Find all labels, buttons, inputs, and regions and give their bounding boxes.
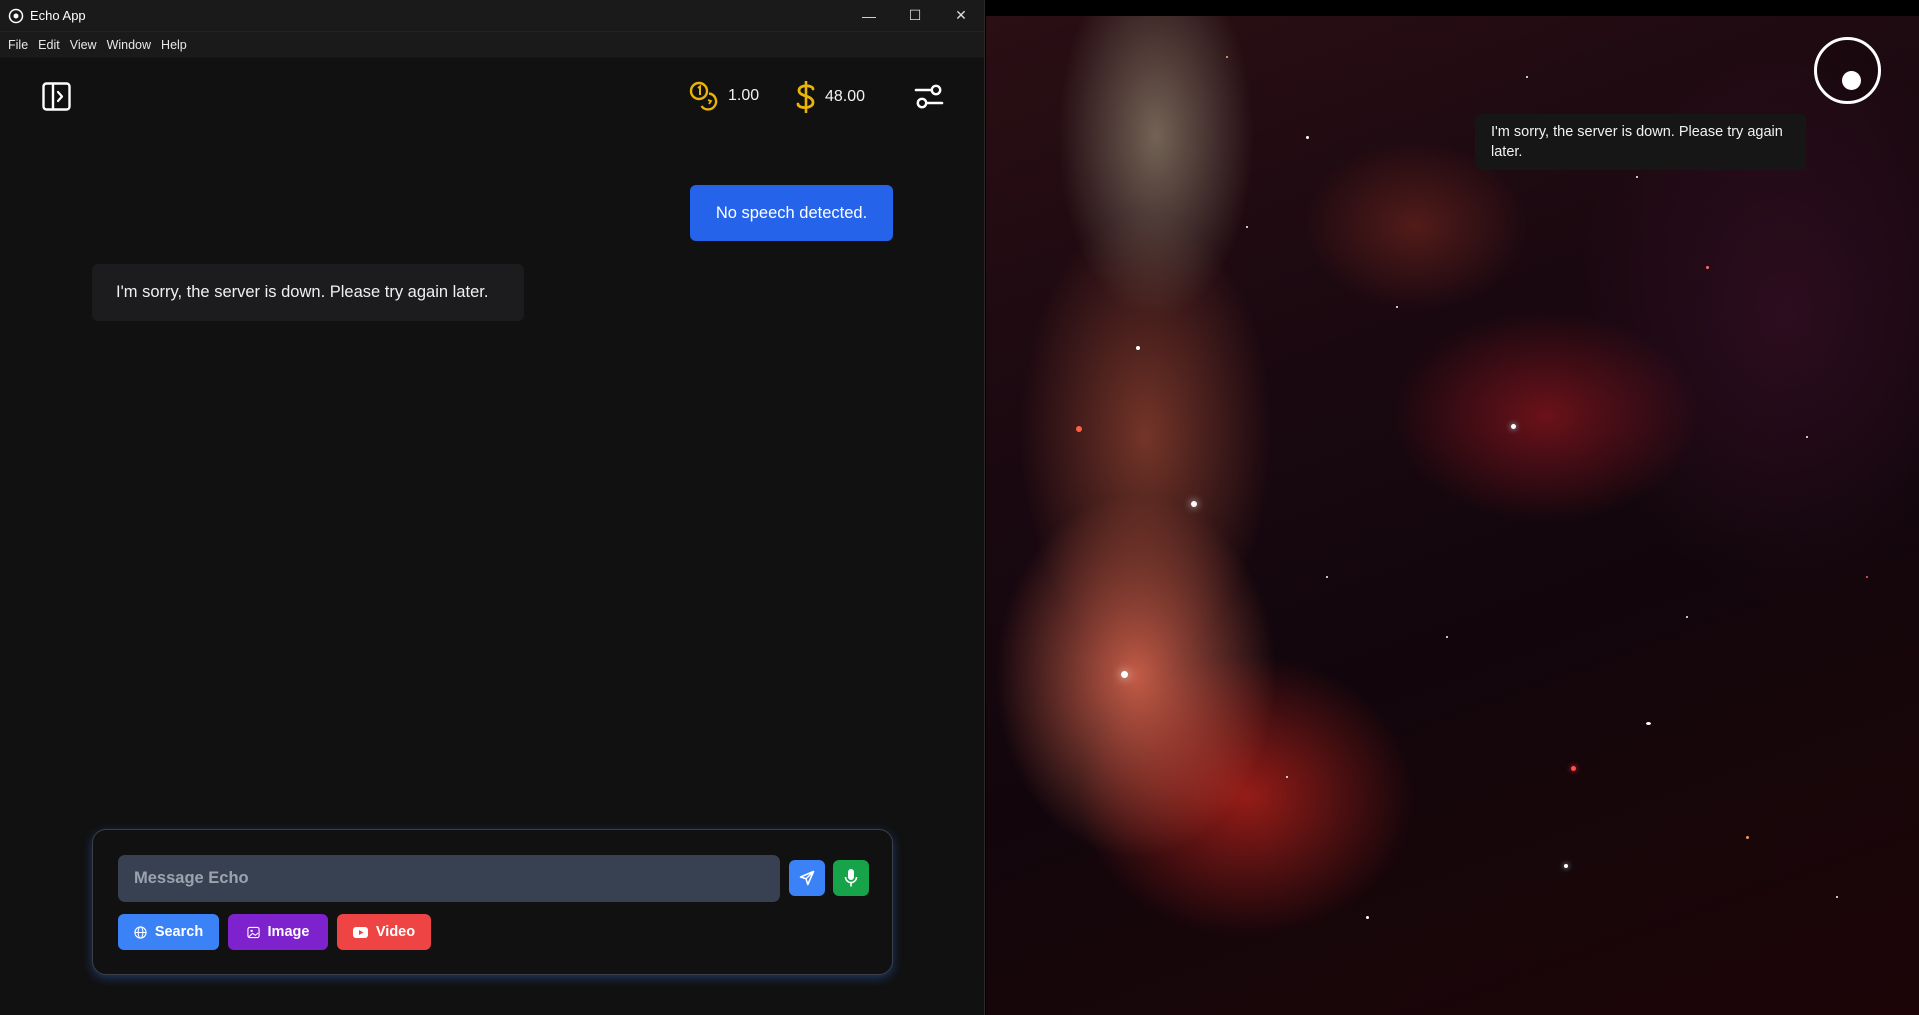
dollar-value: 48.00: [825, 88, 866, 105]
image-mode-button[interactable]: Image: [228, 914, 328, 950]
menu-window[interactable]: Window: [102, 38, 156, 52]
top-toolbar: 1.00 48.00: [0, 58, 984, 138]
minimize-button[interactable]: —: [846, 0, 892, 31]
echo-app-window: Echo App — ☐ ✕ File Edit View Window Hel…: [0, 0, 985, 1015]
microphone-button[interactable]: [833, 860, 869, 896]
image-mode-label: Image: [267, 924, 310, 940]
video-mode-button[interactable]: Video: [337, 914, 431, 950]
youtube-icon: [352, 926, 368, 938]
record-dot-icon: [1842, 71, 1861, 90]
coins-balance: 1.00: [688, 80, 759, 112]
microphone-icon: [844, 869, 858, 887]
dollar-icon: [796, 81, 815, 113]
window-controls: — ☐ ✕: [846, 0, 984, 31]
menu-bar: File Edit View Window Help: [0, 32, 984, 58]
video-mode-label: Video: [375, 924, 416, 940]
globe-icon: [134, 925, 147, 939]
coins-value: 1.00: [728, 87, 760, 104]
message-composer: Search Image Video: [92, 829, 893, 975]
record-button[interactable]: [1814, 37, 1881, 104]
menu-file[interactable]: File: [3, 38, 33, 52]
send-icon: [799, 870, 815, 886]
send-button[interactable]: [789, 860, 825, 896]
sidebar-toggle-icon[interactable]: [42, 82, 71, 111]
coins-icon: [689, 81, 718, 111]
search-mode-label: Search: [154, 924, 204, 940]
image-icon: [246, 926, 260, 938]
settings-sliders-icon[interactable]: [914, 82, 944, 112]
search-mode-button[interactable]: Search: [118, 914, 219, 950]
message-input[interactable]: [118, 855, 780, 902]
dollar-balance: 48.00: [795, 80, 865, 114]
assistant-message-bubble: I'm sorry, the server is down. Please tr…: [92, 264, 524, 321]
menu-help[interactable]: Help: [156, 38, 192, 52]
window-title: Echo App: [30, 8, 86, 23]
app-logo-icon: [8, 8, 24, 23]
menu-view[interactable]: View: [65, 38, 102, 52]
close-button[interactable]: ✕: [938, 0, 984, 31]
maximize-button[interactable]: ☐: [892, 0, 938, 31]
user-message-bubble: No speech detected.: [690, 185, 893, 241]
menu-edit[interactable]: Edit: [33, 38, 65, 52]
error-toast: I'm sorry, the server is down. Please tr…: [1475, 114, 1806, 170]
title-bar[interactable]: Echo App — ☐ ✕: [0, 0, 984, 32]
